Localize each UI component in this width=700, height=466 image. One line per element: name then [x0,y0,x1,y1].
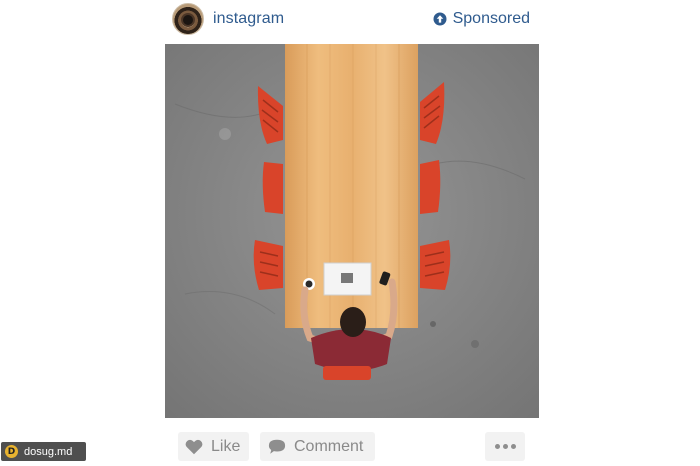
comment-button[interactable]: Comment [260,432,375,461]
watermark-logo-icon: D [5,445,18,458]
post-header: instagram Sponsored [172,2,530,36]
sponsored-text: Sponsored [452,10,530,27]
photo-image [165,44,539,418]
comment-bubble-icon [268,439,286,454]
account-link[interactable]: instagram [172,3,284,35]
ellipsis-icon [494,444,516,449]
like-button[interactable]: Like [178,432,249,461]
watermark: D dosug.md [1,442,86,461]
more-options-button[interactable] [485,432,525,461]
like-label: Like [211,437,241,455]
heart-icon [185,439,203,454]
post-photo[interactable] [165,44,539,418]
action-bar: Like Comment [178,432,525,461]
username[interactable]: instagram [213,10,284,28]
instagram-post: instagram Sponsored Like Comment D dosug… [0,0,700,466]
avatar[interactable] [172,3,204,35]
sponsored-icon [433,12,447,26]
sponsored-label[interactable]: Sponsored [433,10,530,28]
watermark-text: dosug.md [24,445,73,458]
comment-label: Comment [294,437,364,455]
